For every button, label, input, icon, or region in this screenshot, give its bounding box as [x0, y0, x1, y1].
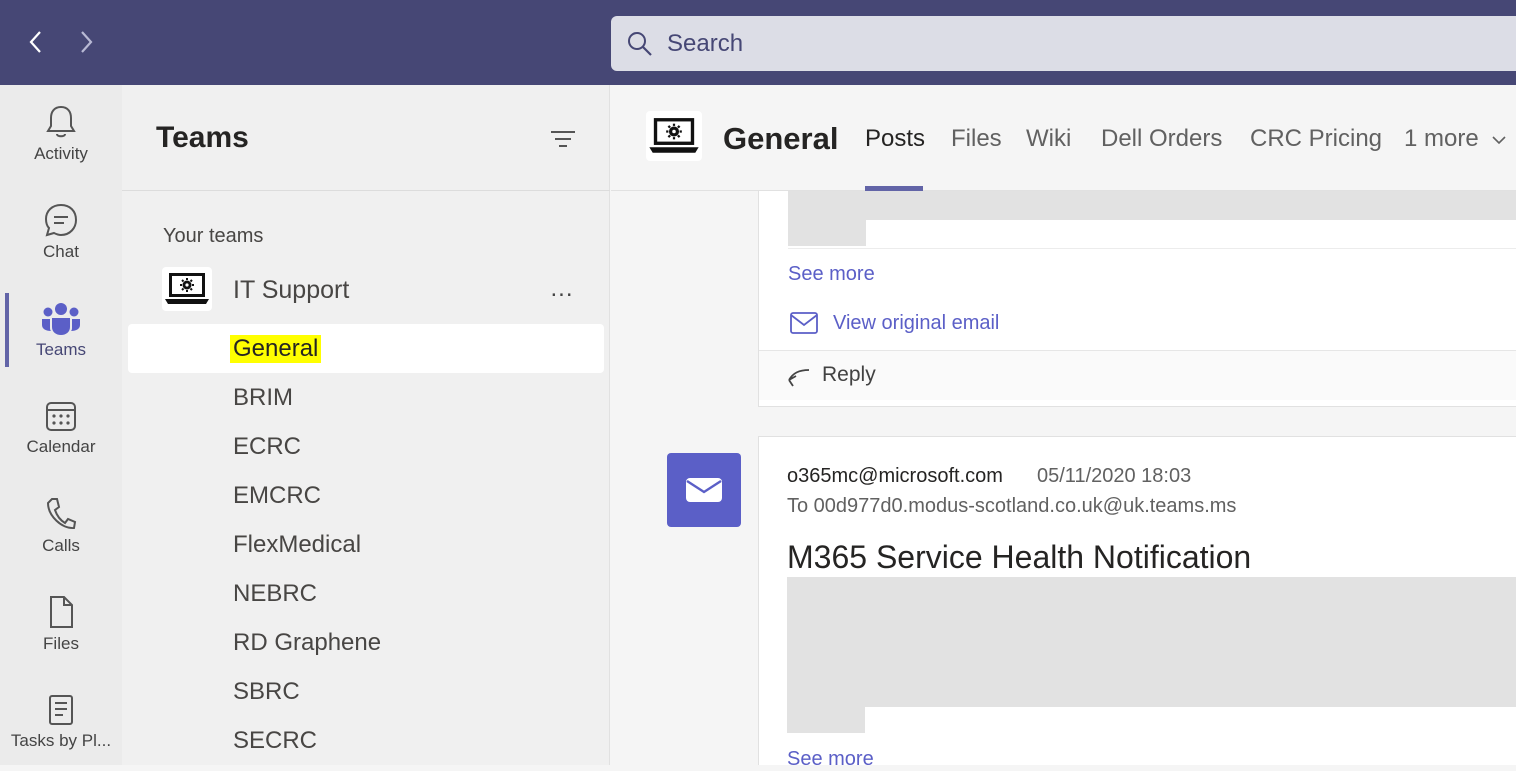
tab-wiki[interactable]: Wiki [1026, 125, 1071, 153]
rail-item-activity[interactable]: Activity [0, 85, 122, 183]
search-input[interactable]: Search [611, 16, 1516, 71]
search-icon [628, 31, 652, 56]
tab-crc-pricing[interactable]: CRC Pricing [1250, 125, 1382, 153]
channel-title: General [723, 121, 839, 156]
envelope-icon [686, 478, 722, 502]
divider [788, 248, 1516, 249]
channel-avatar [646, 111, 702, 161]
rail-label: Files [43, 634, 79, 653]
bell-icon [46, 105, 76, 138]
teams-panel-header: Teams [122, 85, 610, 191]
channel-name: BRIM [233, 384, 293, 411]
channel-emcrc[interactable]: EMCRC [128, 471, 604, 520]
email-preview-image [787, 707, 865, 733]
rail-label: Chat [43, 242, 79, 261]
email-preview-image [787, 577, 1516, 707]
search-placeholder: Search [667, 29, 744, 57]
app-rail: Activity Chat Teams Calendar Calls Files… [0, 85, 122, 765]
rail-item-files[interactable]: Files [0, 575, 122, 673]
channel-brim[interactable]: BRIM [128, 373, 604, 422]
chevron-right-icon [81, 31, 93, 53]
post-card: o365mc@microsoft.com 05/11/2020 18:03 To… [758, 436, 1516, 765]
rail-label: Activity [34, 144, 88, 163]
channel-name: SECRC [233, 727, 318, 754]
more-options-button[interactable]: ... [542, 271, 582, 307]
see-more-link[interactable]: See more [787, 748, 874, 765]
section-label: Your teams [163, 225, 264, 247]
rail-item-calls[interactable]: Calls [0, 477, 122, 575]
reply-icon [788, 369, 810, 387]
rail-item-teams[interactable]: Teams [0, 281, 122, 379]
laptop-gear-icon [165, 273, 209, 304]
tab-dell-orders[interactable]: Dell Orders [1101, 125, 1222, 153]
email-preview-image [788, 190, 1516, 220]
channel-name: ECRC [233, 433, 302, 460]
recipient-line: To 00d977d0.modus-scotland.co.uk@uk.team… [787, 495, 1237, 517]
phone-icon [46, 498, 77, 530]
view-original-email-link[interactable]: View original email [789, 309, 1049, 339]
channel-sbrc[interactable]: SBRC [128, 667, 604, 716]
post-subject: M365 Service Health Notification [787, 539, 1252, 575]
channel-name: NEBRC [233, 580, 318, 607]
reply-label: Reply [822, 363, 876, 386]
tab-more[interactable]: 1 more [1404, 125, 1507, 153]
tasks-icon [49, 695, 73, 725]
teams-icon [42, 303, 80, 335]
channel-ecrc[interactable]: ECRC [128, 422, 604, 471]
chevron-down-icon [1492, 136, 1506, 145]
sender-name: o365mc@microsoft.com [787, 465, 1003, 487]
rail-label: Teams [35, 340, 87, 359]
email-preview-image [788, 220, 866, 246]
channel-name: RD Graphene [233, 629, 382, 656]
team-name: IT Support [233, 276, 350, 304]
chevron-left-icon [29, 31, 41, 53]
rail-item-calendar[interactable]: Calendar [0, 379, 122, 477]
tab-files[interactable]: Files [951, 125, 1002, 153]
channel-name: FlexMedical [233, 531, 362, 558]
calendar-icon [46, 402, 76, 431]
channel-name: General [230, 335, 322, 363]
rail-label: Calls [42, 536, 80, 555]
tab-posts[interactable]: Posts [865, 125, 925, 153]
laptop-gear-icon [649, 118, 699, 153]
channel-main: See more View original email Reply o365m… [611, 85, 1516, 765]
teams-panel: Teams Your teams IT Support ... General … [122, 85, 610, 765]
forward-button[interactable] [66, 22, 106, 62]
channel-rd-graphene[interactable]: RD Graphene [128, 618, 604, 667]
back-button[interactable] [16, 22, 56, 62]
team-it-support[interactable]: IT Support ... [162, 265, 602, 315]
title-bar: Search [0, 0, 1516, 85]
channel-general[interactable]: General [128, 324, 604, 373]
envelope-icon [790, 312, 818, 334]
channel-name: EMCRC [233, 482, 321, 509]
post-timestamp: 05/11/2020 18:03 [1037, 465, 1192, 487]
see-more-link[interactable]: See more [788, 263, 875, 286]
channel-nebrc[interactable]: NEBRC [128, 569, 604, 618]
file-icon [50, 596, 73, 628]
page-title: Teams [156, 121, 249, 154]
rail-label: Tasks by Pl... [10, 731, 112, 750]
rail-item-chat[interactable]: Chat [0, 183, 122, 281]
post-card: See more View original email Reply [758, 189, 1516, 407]
team-avatar [162, 267, 212, 311]
chat-icon [44, 203, 78, 237]
rail-label: Calendar [26, 437, 96, 456]
mail-avatar [667, 453, 741, 527]
reply-button[interactable]: Reply [759, 350, 1516, 400]
rail-item-tasks[interactable]: Tasks by Pl... [0, 673, 122, 771]
channel-flexmedical[interactable]: FlexMedical [128, 520, 604, 569]
view-original-email-label: View original email [833, 312, 1000, 334]
channel-header: General Posts Files Wiki Dell Orders CRC… [611, 85, 1516, 191]
filter-icon[interactable] [548, 125, 578, 155]
tab-more-label: 1 more [1404, 125, 1479, 152]
active-tab-indicator [865, 186, 923, 191]
channel-secrc[interactable]: SECRC [128, 716, 604, 765]
channel-name: SBRC [233, 678, 300, 705]
